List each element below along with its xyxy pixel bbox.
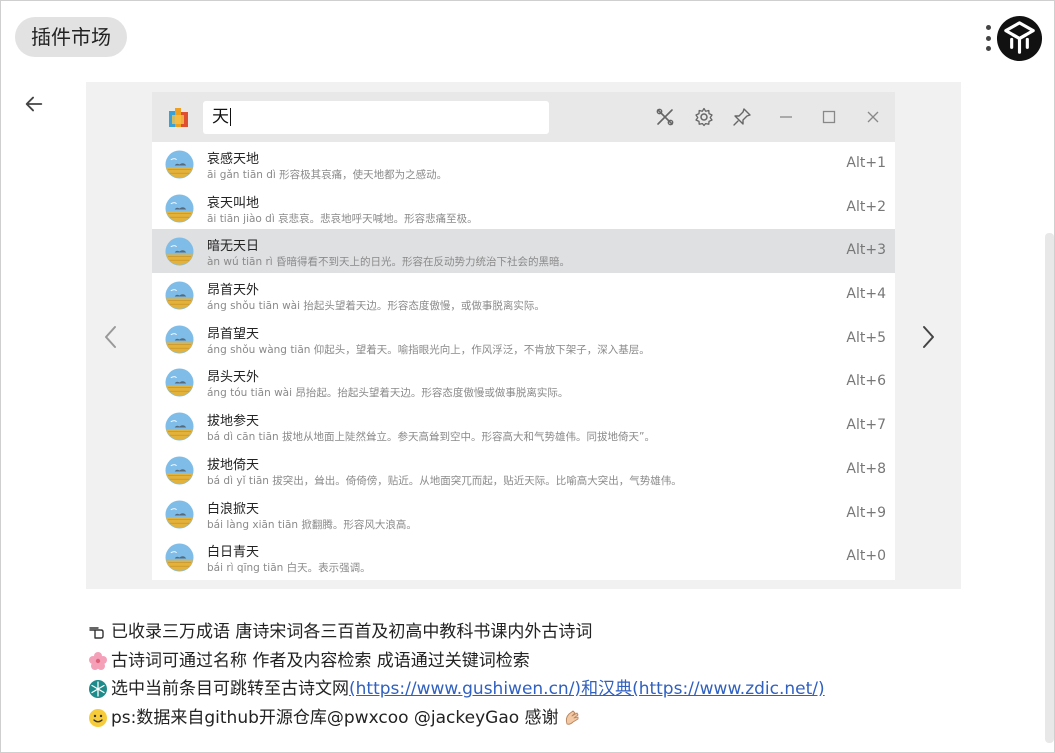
note-line: 古诗词可通过名称 作者及内容检索 成语通过关键词检索 [88,647,988,676]
result-shortcut: Alt+8 [846,460,886,477]
result-description: bái rì qīng tiān 白天。表示强调。 [207,562,371,575]
result-row[interactable]: 拔地参天 bá dì cān tiān 拔地从地面上陡然耸立。参天高耸到空中。形… [152,404,895,448]
result-row[interactable]: 暗无天日 àn wú tiān rì 昏暗得看不到天上的日光。形容在反动势力统治… [152,229,895,274]
result-title: 白浪掀天 [207,501,260,517]
idiom-thumbnail-icon [165,543,194,572]
result-row[interactable]: 哀感天地 āi gǎn tiān dì 形容极其哀痛，使天地都为之感动。 Alt… [152,142,895,186]
result-row[interactable]: 白浪掀天 bái làng xiān tiān 掀翻腾。形容风大浪高。 Alt+… [152,491,895,536]
source-links[interactable]: (https://www.gushiwen.cn/)和汉典(https://ww… [349,675,825,704]
result-shortcut: Alt+2 [846,198,886,215]
idiom-thumbnail-icon [165,281,194,310]
pointing-hand-icon [89,627,104,639]
screenshot-header: 天 [152,92,895,142]
idiom-thumbnail-icon [165,150,194,179]
page-title: 插件市场 [15,17,127,57]
result-row[interactable]: 哀天叫地 āi tiān jiào dì 哀悲哀。悲哀地呼天喊地。形容悲痛至极。… [152,185,895,230]
result-shortcut: Alt+0 [846,548,886,565]
result-title: 昂首望天 [207,326,260,342]
back-arrow-icon[interactable] [23,93,45,115]
plugin-logo-icon [169,108,188,127]
note-line: 已收录三万成语 唐诗宋词各三百首及初高中教科书课内外古诗词 [88,618,988,647]
idiom-thumbnail-icon [165,499,194,529]
maximize-icon[interactable] [819,107,839,127]
result-shortcut: Alt+5 [846,329,886,346]
result-shortcut: Alt+3 [846,242,886,259]
note-line: ps:数据来自github开源仓库@pwxcoo @jackeyGao 感谢 [88,704,988,733]
chevron-right-icon[interactable] [917,322,939,352]
result-row[interactable]: 昂首天外 áng shǒu tiān wài 抬起头望着天边。形容态度傲慢，或做… [152,273,895,317]
minimize-icon[interactable] [776,107,796,127]
result-shortcut: Alt+1 [846,155,886,171]
result-title: 白日青天 [207,545,260,561]
close-icon[interactable] [863,107,883,127]
idiom-thumbnail-icon [165,325,194,354]
plugin-description: 已收录三万成语 唐诗宋词各三百首及初高中教科书课内外古诗词 古诗词可通过名称 作… [88,618,988,732]
result-description: āi tiān jiào dì 哀悲哀。悲哀地呼天喊地。形容悲痛至极。 [207,212,478,225]
result-description: āi gǎn tiān dì 形容极其哀痛，使天地都为之感动。 [207,169,448,181]
pin-icon[interactable] [732,107,752,127]
result-description: bái làng xiān tiān 掀翻腾。形容风大浪高。 [207,518,417,531]
result-title: 昂头天外 [207,370,260,386]
idiom-thumbnail-icon [165,237,194,266]
result-row[interactable]: 昂头天外 áng tóu tiān wài 昂抬起。抬起头望着天边。形容态度傲慢… [152,360,895,405]
result-title: 拔地倚天 [207,457,260,473]
result-shortcut: Alt+7 [846,417,886,434]
result-shortcut: Alt+6 [846,373,886,390]
result-description: áng tóu tiān wài 昂抬起。抬起头望着天边。形容态度傲慢或做事脱离… [207,387,569,400]
chevron-left-icon[interactable] [100,322,122,352]
gear-icon[interactable] [694,107,714,127]
search-input[interactable]: 天 [203,101,549,134]
app-logo-icon[interactable] [996,15,1043,62]
result-shortcut: Alt+9 [846,504,886,521]
result-title: 哀感天地 [207,152,260,167]
result-description: àn wú tiān rì 昏暗得看不到天上的日光。形容在反动势力统治下社会的黑… [207,256,571,269]
idiom-thumbnail-icon [165,194,194,223]
plugin-screenshot: 天 哀感天地 āi gǎn tiān dì 形容极其哀痛，使天地都为之感动。 A… [152,92,895,580]
result-description: bá dì cān tiān 拔地从地面上陡然耸立。参天高耸到空中。形容高大和气… [207,431,655,444]
tools-icon[interactable] [655,107,675,127]
result-title: 哀天叫地 [207,195,260,211]
snowflake-icon [89,680,107,699]
result-description: áng shǒu tiān wài 抬起头望着天边。形容态度傲慢，或做事脱离实际… [207,300,545,313]
result-row[interactable]: 昂首望天 áng shǒu wàng tiān 仰起头，望着天。喻指眼光向上，作… [152,316,895,361]
result-title: 暗无天日 [207,239,260,255]
result-list: 哀感天地 āi gǎn tiān dì 形容极其哀痛，使天地都为之感动。 Alt… [152,142,895,579]
more-vertical-icon[interactable] [982,23,994,53]
result-description: áng shǒu wàng tiān 仰起头，望着天。喻指眼光向上，作风浮泛，不… [207,343,650,356]
result-row[interactable]: 拔地倚天 bá dì yǐ tiān 拔突出，耸出。倚倚傍，贴近。从地面突兀而起… [152,447,895,492]
result-title: 昂首天外 [207,283,260,299]
note-line: 选中当前条目可跳转至古诗文网 (https://www.gushiwen.cn/)… [88,675,988,704]
idiom-thumbnail-icon [165,412,194,441]
idiom-thumbnail-icon [165,456,194,485]
result-shortcut: Alt+4 [846,286,886,303]
result-title: 拔地参天 [207,414,260,430]
scrollbar[interactable] [1045,233,1054,743]
smiley-icon [89,708,107,727]
result-description: bá dì yǐ tiān 拔突出，耸出。倚倚傍，贴近。从地面突兀而起，贴近天际… [207,474,682,487]
result-row[interactable]: 白日青天 bái rì qīng tiān 白天。表示强调。 Alt+0 [152,535,895,579]
cherry-blossom-icon [89,651,107,670]
idiom-thumbnail-icon [165,368,194,397]
screenshot-carousel: 天 哀感天地 āi gǎn tiān dì 形容极其哀痛，使天地都为之感动。 A… [86,82,961,589]
clapping-hands-icon [565,710,578,725]
